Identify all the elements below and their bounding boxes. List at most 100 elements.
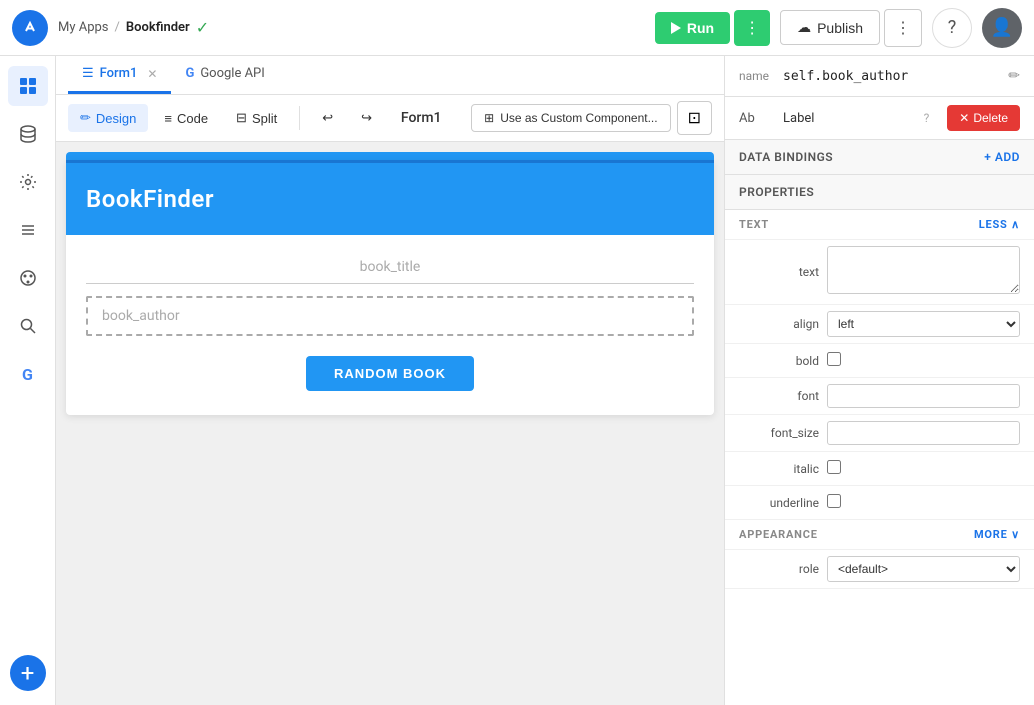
underline-prop-value xyxy=(827,494,1020,512)
sidebar-icon-grid[interactable] xyxy=(8,66,48,106)
sidebar-icon-list[interactable] xyxy=(8,210,48,250)
undo-button[interactable]: ↩ xyxy=(310,104,345,132)
italic-prop-value xyxy=(827,460,1020,478)
tab-google-api-label: Google API xyxy=(200,66,264,81)
canvas: BookFinder book_title book_author RANDOM… xyxy=(56,142,724,705)
book-title-field: book_title xyxy=(86,251,694,284)
data-bindings-label: DATA BINDINGS xyxy=(739,150,833,164)
appearance-section-label: APPEARANCE xyxy=(739,528,818,541)
code-button[interactable]: ≡ Code xyxy=(152,105,220,132)
breadcrumb-current: Bookfinder xyxy=(126,20,190,35)
avatar-icon: 👤 xyxy=(991,17,1013,38)
type-row: Ab Label ? ✕ Delete xyxy=(725,97,1034,140)
center-area: ☰ Form1 ✕ G Google API ✏ Design ≡ Code ⊟… xyxy=(56,56,724,705)
font-size-prop-value xyxy=(827,421,1020,445)
edit-name-icon[interactable]: ✏ xyxy=(1008,68,1020,84)
underline-checkbox[interactable] xyxy=(827,494,841,508)
user-avatar[interactable]: 👤 xyxy=(982,8,1022,48)
random-book-button[interactable]: RANDOM BOOK xyxy=(306,356,474,391)
layout-icon: ⊡ xyxy=(688,110,701,127)
layout-toggle-button[interactable]: ⊡ xyxy=(677,101,712,135)
properties-label: PROPERTIES xyxy=(739,185,814,199)
redo-icon: ↪ xyxy=(361,110,372,126)
form-body: book_title book_author RANDOM BOOK xyxy=(66,235,714,415)
app-logo[interactable] xyxy=(12,10,48,46)
random-book-label: RANDOM BOOK xyxy=(334,366,446,381)
align-select[interactable]: left center right justify xyxy=(827,311,1020,337)
toolbar-right: ⊞ Use as Custom Component... ⊡ xyxy=(471,101,712,135)
tab-form1-icon: ☰ xyxy=(82,66,94,81)
publish-label: Publish xyxy=(817,20,863,36)
tab-google-api[interactable]: G Google API xyxy=(171,56,278,94)
tab-google-api-icon: G xyxy=(185,66,194,81)
delete-button[interactable]: ✕ Delete xyxy=(947,105,1020,131)
undo-icon: ↩ xyxy=(322,110,333,126)
split-label: Split xyxy=(252,111,277,126)
redo-button[interactable]: ↪ xyxy=(349,104,384,132)
form-btn-row: RANDOM BOOK xyxy=(86,348,694,399)
font-input[interactable] xyxy=(827,384,1020,408)
type-ab-label: Ab xyxy=(739,111,775,126)
sidebar-icon-palette[interactable] xyxy=(8,258,48,298)
question-icon: ? xyxy=(948,17,957,38)
book-author-field[interactable]: book_author xyxy=(86,296,694,336)
help-icon[interactable]: ? xyxy=(924,111,930,125)
more-button[interactable]: MORE ∨ xyxy=(974,528,1020,541)
name-row: name self.book_author ✏ xyxy=(725,56,1034,97)
name-prop-value: self.book_author xyxy=(783,69,1000,84)
delete-x-icon: ✕ xyxy=(959,111,969,125)
font-prop-value xyxy=(827,384,1020,408)
split-button[interactable]: ⊟ Split xyxy=(224,104,289,132)
sidebar-icon-settings[interactable] xyxy=(8,162,48,202)
bold-prop-label: bold xyxy=(739,354,819,368)
font-size-input[interactable] xyxy=(827,421,1020,445)
toolbar: ✏ Design ≡ Code ⊟ Split ↩ ↪ Form1 ⊞ xyxy=(56,95,724,142)
split-icon: ⊟ xyxy=(236,110,247,126)
bold-prop-row: bold xyxy=(725,344,1034,378)
custom-component-label: Use as Custom Component... xyxy=(500,111,657,125)
align-prop-row: align left center right justify xyxy=(725,305,1034,344)
custom-component-button[interactable]: ⊞ Use as Custom Component... xyxy=(471,104,670,132)
less-button[interactable]: LESS ∧ xyxy=(979,218,1020,231)
publish-kebab-button[interactable]: ⋮ xyxy=(884,9,922,47)
role-prop-row: role <default> primary secondary danger xyxy=(725,550,1034,589)
bold-checkbox[interactable] xyxy=(827,352,841,366)
form-preview: BookFinder book_title book_author RANDOM… xyxy=(66,160,714,415)
run-kebab-button[interactable]: ⋮ xyxy=(734,10,770,46)
breadcrumb-apps[interactable]: My Apps xyxy=(58,20,109,35)
text-input[interactable] xyxy=(827,246,1020,294)
underline-prop-row: underline xyxy=(725,486,1034,520)
bold-prop-value xyxy=(827,352,1020,370)
sidebar-icon-database[interactable] xyxy=(8,114,48,154)
italic-checkbox[interactable] xyxy=(827,460,841,474)
tab-form1-close[interactable]: ✕ xyxy=(147,67,157,81)
run-label: Run xyxy=(687,20,714,36)
sidebar-icon-search[interactable] xyxy=(8,306,48,346)
publish-button[interactable]: ☁ Publish xyxy=(780,10,880,45)
font-prop-row: font xyxy=(725,378,1034,415)
font-size-prop-label: font_size xyxy=(739,426,819,440)
delete-label: Delete xyxy=(973,111,1008,125)
book-title-placeholder: book_title xyxy=(360,259,421,275)
sidebar-add-button[interactable]: + xyxy=(10,655,46,691)
appearance-group-label: APPEARANCE MORE ∨ xyxy=(725,520,1034,550)
underline-prop-label: underline xyxy=(739,496,819,510)
breadcrumb: My Apps / Bookfinder ✓ xyxy=(58,18,209,37)
align-prop-label: align xyxy=(739,317,819,331)
run-button[interactable]: Run xyxy=(655,12,730,44)
run-triangle-icon xyxy=(671,22,681,34)
custom-component-icon: ⊞ xyxy=(484,111,494,125)
add-binding-button[interactable]: + ADD xyxy=(984,150,1020,164)
help-button[interactable]: ? xyxy=(932,8,972,48)
left-sidebar: G + xyxy=(0,56,56,705)
text-prop-label: text xyxy=(739,265,819,279)
design-button[interactable]: ✏ Design xyxy=(68,104,148,132)
add-icon: + xyxy=(21,661,35,685)
right-panel: name self.book_author ✏ Ab Label ? ✕ Del… xyxy=(724,56,1034,705)
role-select[interactable]: <default> primary secondary danger xyxy=(827,556,1020,582)
tab-bar: ☰ Form1 ✕ G Google API xyxy=(56,56,724,95)
text-prop-row: text xyxy=(725,240,1034,305)
text-group-label: TEXT LESS ∧ xyxy=(725,210,1034,240)
tab-form1[interactable]: ☰ Form1 ✕ xyxy=(68,56,171,94)
sidebar-icon-google[interactable]: G xyxy=(8,354,48,394)
